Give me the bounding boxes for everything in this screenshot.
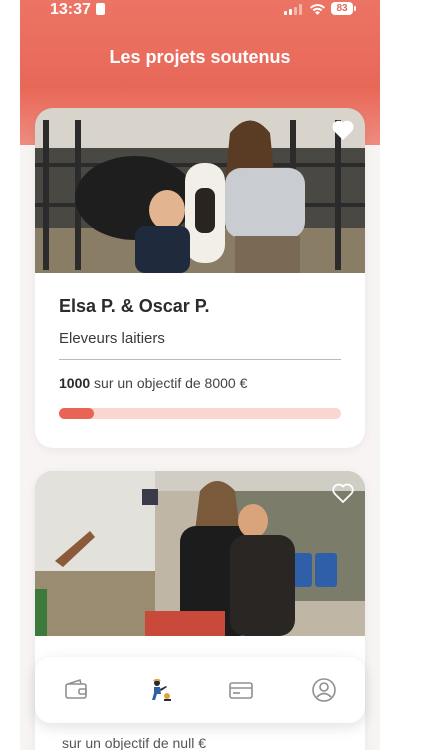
bottom-nav	[35, 657, 365, 723]
wifi-icon	[310, 4, 325, 15]
farmer-icon[interactable]	[147, 677, 173, 703]
project-card[interactable]: Elsa P. & Oscar P. Eleveurs laitiers 100…	[35, 108, 365, 448]
card-icon[interactable]	[228, 677, 254, 703]
progress-goal: sur un objectif de 8000 €	[94, 375, 248, 391]
favorite-heart-icon[interactable]	[332, 120, 354, 140]
project-role: Eleveurs laitiers	[59, 330, 165, 347]
sim-icon	[96, 3, 105, 15]
progress-amount: 1000	[59, 375, 91, 391]
app-screen: 13:37 83 Les projets soutenus Elsa P. & …	[20, 0, 380, 750]
progress-bar-fill	[59, 408, 95, 419]
project-photo	[35, 108, 365, 273]
page-title: Les projets soutenus	[109, 47, 291, 67]
battery-icon: 83	[331, 2, 353, 15]
divider	[59, 359, 341, 360]
status-time: 13:37	[50, 1, 91, 18]
favorite-heart-icon[interactable]	[332, 483, 354, 503]
project-name: Elsa P. & Oscar P.	[59, 296, 210, 316]
progress-goal: sur un objectif de null €	[62, 735, 206, 750]
signal-icon	[284, 4, 302, 15]
progress-text: 1000 sur un objectif de 8000 €	[59, 375, 247, 391]
profile-icon[interactable]	[311, 677, 337, 703]
status-bar: 13:37 83	[20, 0, 380, 20]
project-photo	[35, 471, 365, 636]
wallet-icon[interactable]	[63, 677, 89, 703]
battery-tip	[354, 6, 356, 11]
progress-bar	[59, 408, 341, 419]
